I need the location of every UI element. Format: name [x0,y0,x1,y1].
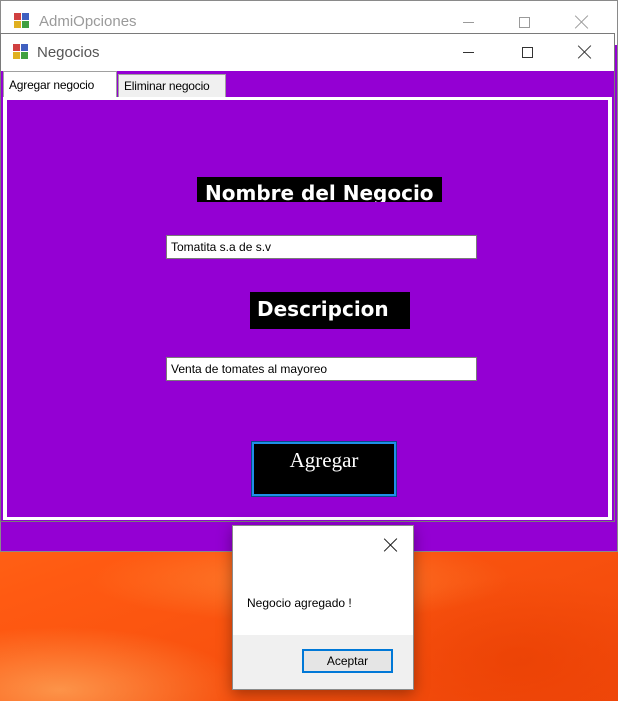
app-window-icon [14,13,30,29]
description-input[interactable]: Venta de tomates al mayoreo [166,357,477,381]
business-name-label: Nombre del Negocio [197,177,442,202]
ok-button[interactable]: Aceptar [302,649,393,673]
message-footer: Aceptar [233,635,413,689]
negocios-window: Negocios Agregar negocio Eliminar negoci… [0,33,615,522]
form-area: Nombre del Negocio Tomatita s.a de s.v D… [7,100,608,517]
tab-label: Agregar negocio [9,77,95,92]
message-text: Negocio agregado ! [247,596,352,610]
minimize-icon[interactable] [445,37,491,67]
tab-eliminar-negocio[interactable]: Eliminar negocio [118,74,226,97]
add-button[interactable]: Agregar [251,441,397,497]
app-window-icon [13,44,29,60]
tab-strip: Agregar negocio Eliminar negocio [1,71,614,97]
window-title: AdmiOpciones [39,13,137,30]
negocios-titlebar[interactable]: Negocios [1,34,614,71]
window-title: Negocios [37,44,100,61]
business-name-input[interactable]: Tomatita s.a de s.v [166,235,477,259]
description-label: Descripcion [250,292,410,329]
close-icon[interactable] [562,37,608,67]
tab-panel: Nombre del Negocio Tomatita s.a de s.v D… [3,97,612,520]
close-icon[interactable] [369,526,413,564]
message-box: Negocio agregado ! Aceptar [232,525,414,690]
maximize-icon[interactable] [504,37,550,67]
tab-agregar-negocio[interactable]: Agregar negocio [3,71,117,97]
tab-label: Eliminar negocio [124,79,210,93]
